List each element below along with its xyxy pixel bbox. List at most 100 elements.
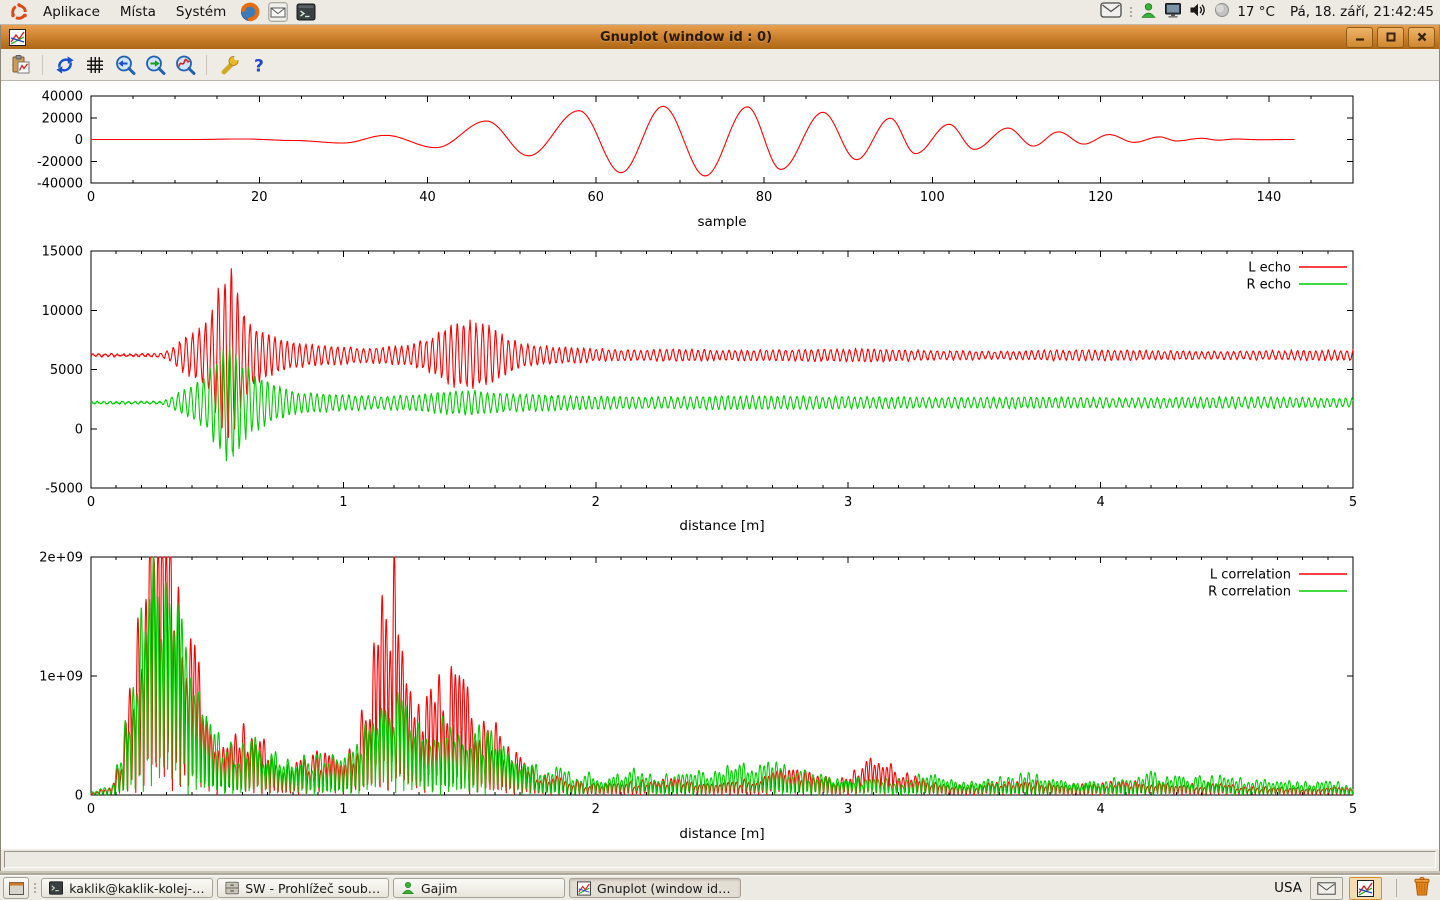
minimize-button[interactable] bbox=[1346, 27, 1373, 48]
svg-text:-40000: -40000 bbox=[37, 177, 83, 192]
toggle-grid-icon[interactable] bbox=[81, 52, 108, 78]
svg-text:40: 40 bbox=[419, 190, 436, 205]
svg-text:0: 0 bbox=[75, 422, 83, 437]
maximize-button[interactable] bbox=[1377, 27, 1404, 48]
task-file-manager[interactable]: SW - Prohlížeč souborů bbox=[217, 878, 389, 898]
weather-moon-icon[interactable] bbox=[1214, 2, 1230, 22]
close-button[interactable] bbox=[1408, 27, 1435, 48]
top-panel: Aplikace Místa Systém bbox=[0, 0, 1440, 25]
task-label: SW - Prohlížeč souborů bbox=[245, 881, 381, 896]
copy-to-clipboard-icon[interactable] bbox=[7, 52, 34, 78]
system-tray: 17 °C Pá, 18. září, 21:42:45 bbox=[1100, 2, 1434, 23]
svg-text:140: 140 bbox=[1256, 190, 1281, 205]
svg-text:10000: 10000 bbox=[42, 304, 83, 319]
svg-text:1: 1 bbox=[339, 802, 347, 817]
svg-text:0: 0 bbox=[75, 133, 83, 148]
svg-text:3: 3 bbox=[844, 495, 852, 510]
window-title: Gnuplot (window id : 0) bbox=[30, 30, 1342, 45]
svg-text:2: 2 bbox=[592, 495, 600, 510]
svg-text:0: 0 bbox=[75, 789, 83, 804]
ubuntu-logo-icon[interactable] bbox=[8, 1, 30, 23]
window-statusbar bbox=[1, 849, 1439, 871]
keyboard-layout-indicator[interactable]: USA bbox=[1274, 880, 1302, 896]
chart-correlation: 0 1 2 3 4 5 0 1e+09 2e+09 distance [m] L correlati… bbox=[39, 551, 1357, 843]
svg-text:?: ? bbox=[254, 56, 264, 76]
series-chirp bbox=[91, 106, 1294, 176]
desktop: Aplikace Místa Systém bbox=[0, 0, 1440, 900]
replot-icon[interactable] bbox=[51, 52, 78, 78]
tasklist-handle[interactable] bbox=[33, 883, 37, 893]
mail-tray-icon[interactable] bbox=[1100, 2, 1122, 22]
svg-text:60: 60 bbox=[588, 190, 605, 205]
plots-svg: 020406080100120140-40000-200000200004000… bbox=[1, 81, 1440, 849]
gnuplot-window: Gnuplot (window id : 0) bbox=[0, 25, 1440, 871]
svg-text:1: 1 bbox=[339, 495, 347, 510]
svg-text:R echo: R echo bbox=[1246, 278, 1291, 293]
toolbar-separator bbox=[42, 55, 43, 75]
svg-text:100: 100 bbox=[920, 190, 945, 205]
svg-text:20000: 20000 bbox=[42, 111, 83, 126]
gnuplot-notify-icon[interactable] bbox=[1349, 877, 1382, 900]
menu-applications[interactable]: Aplikace bbox=[34, 2, 109, 22]
svg-text:3: 3 bbox=[844, 802, 852, 817]
svg-text:distance [m]: distance [m] bbox=[679, 826, 764, 842]
window-titlebar[interactable]: Gnuplot (window id : 0) bbox=[1, 25, 1439, 49]
chart-echo: 012345-5000050001000015000distance [m]L … bbox=[42, 245, 1358, 535]
svg-text:0: 0 bbox=[87, 190, 95, 205]
svg-text:80: 80 bbox=[756, 190, 773, 205]
menu-places[interactable]: Místa bbox=[111, 2, 165, 22]
trash-icon[interactable] bbox=[1411, 875, 1433, 900]
task-label: Gajim bbox=[421, 881, 457, 896]
gajim-status-icon[interactable] bbox=[1140, 2, 1157, 23]
svg-text:2e+09: 2e+09 bbox=[39, 551, 83, 566]
task-gnuplot[interactable]: Gnuplot (window id : 0) bbox=[569, 878, 741, 898]
svg-text:0: 0 bbox=[87, 495, 95, 510]
mail-notify-icon[interactable] bbox=[1310, 877, 1343, 900]
svg-text:-20000: -20000 bbox=[37, 155, 83, 170]
menu-system[interactable]: Systém bbox=[167, 2, 235, 22]
task-label: Gnuplot (window id : 0) bbox=[597, 881, 733, 896]
bottom-panel: kaklik@kaklik-kolej-u... SW - Prohlížeč … bbox=[0, 875, 1440, 900]
svg-text:120: 120 bbox=[1088, 190, 1113, 205]
toolbar-separator bbox=[206, 55, 207, 75]
gnuplot-toolbar: ? bbox=[1, 49, 1439, 81]
terminal-launcher-icon[interactable] bbox=[295, 1, 317, 23]
svg-text:L correlation: L correlation bbox=[1210, 568, 1291, 583]
svg-text:-5000: -5000 bbox=[45, 482, 83, 497]
series-r-echo bbox=[91, 347, 1353, 461]
svg-text:4: 4 bbox=[1096, 802, 1104, 817]
help-icon[interactable]: ? bbox=[245, 52, 272, 78]
statusbar-message bbox=[4, 851, 1436, 868]
show-desktop-button[interactable] bbox=[3, 877, 29, 899]
svg-text:1e+09: 1e+09 bbox=[39, 670, 83, 685]
unzoom-icon[interactable] bbox=[171, 52, 198, 78]
volume-tray-icon[interactable] bbox=[1189, 2, 1207, 22]
tray-handle[interactable] bbox=[1129, 7, 1133, 17]
task-label: kaklik@kaklik-kolej-u... bbox=[69, 881, 205, 896]
series-l-correlation bbox=[91, 557, 1353, 795]
svg-text:sample: sample bbox=[697, 214, 746, 230]
series-r-correlation bbox=[91, 557, 1353, 795]
task-gajim[interactable]: Gajim bbox=[393, 878, 565, 898]
svg-text:L echo: L echo bbox=[1248, 261, 1291, 276]
taskbar-right: USA bbox=[1274, 875, 1437, 900]
configure-icon[interactable] bbox=[215, 52, 242, 78]
svg-text:40000: 40000 bbox=[42, 90, 83, 105]
display-tray-icon[interactable] bbox=[1164, 2, 1182, 23]
firefox-launcher-icon[interactable] bbox=[239, 1, 261, 23]
svg-text:5: 5 bbox=[1349, 802, 1357, 817]
clock-label[interactable]: Pá, 18. září, 21:42:45 bbox=[1290, 4, 1434, 20]
svg-text:5: 5 bbox=[1349, 495, 1357, 510]
chart-chirp: 020406080100120140-40000-200000200004000… bbox=[37, 90, 1353, 231]
plot-canvas[interactable]: 020406080100120140-40000-200000200004000… bbox=[1, 81, 1439, 849]
zoom-previous-icon[interactable] bbox=[111, 52, 138, 78]
mail-launcher-icon[interactable] bbox=[267, 1, 289, 23]
task-terminal[interactable]: kaklik@kaklik-kolej-u... bbox=[41, 878, 213, 898]
svg-text:0: 0 bbox=[87, 802, 95, 817]
temperature-label: 17 °C bbox=[1237, 4, 1275, 20]
zoom-next-icon[interactable] bbox=[141, 52, 168, 78]
gnuplot-window-icon[interactable] bbox=[9, 29, 26, 46]
gajim-icon bbox=[401, 881, 415, 895]
svg-text:5000: 5000 bbox=[50, 363, 83, 378]
svg-text:2: 2 bbox=[592, 802, 600, 817]
